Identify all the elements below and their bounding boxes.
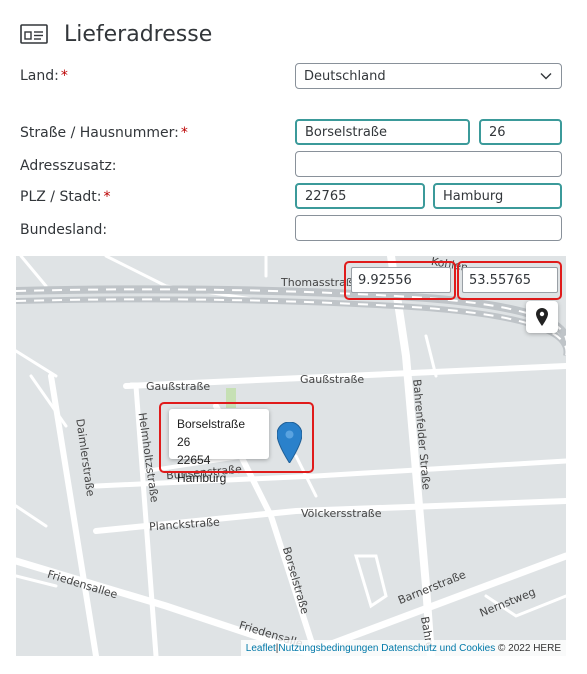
required-marker: * xyxy=(60,68,68,84)
street-label: Straße / Hausnummer: * xyxy=(20,125,188,141)
city-input[interactable]: Hamburg xyxy=(433,183,562,209)
chevron-down-icon xyxy=(540,73,552,80)
postal-city-label: PLZ / Stadt: * xyxy=(20,189,111,205)
postal-city-label-text: PLZ / Stadt: xyxy=(20,189,102,205)
map-attribution: Leaflet | Nutzungsbedingungen Datenschut… xyxy=(240,640,566,656)
street-label-voelckers: Völckersstraße xyxy=(301,507,382,520)
map-view[interactable]: Thomasstraß Kohlen Gaußstraße Gaußstraße… xyxy=(16,256,566,656)
country-label: Land: * xyxy=(20,68,68,84)
popup-highlight xyxy=(159,402,314,473)
locate-button[interactable] xyxy=(526,301,558,333)
postal-code-input[interactable]: 22765 xyxy=(295,183,425,209)
street-label-text: Straße / Hausnummer: xyxy=(20,125,179,141)
country-label-text: Land: xyxy=(20,68,59,84)
section-header: Lieferadresse xyxy=(20,18,212,50)
street-label-gauss-west: Gaußstraße xyxy=(146,380,211,393)
state-label: Bundesland: xyxy=(20,222,108,238)
street-label-thomas: Thomasstraß xyxy=(281,276,353,289)
street-input[interactable]: Borselstraße xyxy=(295,119,470,145)
privacy-link[interactable]: Datenschutz und Cookies xyxy=(381,643,495,654)
city-value: Hamburg xyxy=(443,188,504,204)
required-marker: * xyxy=(103,189,111,205)
map-marker-icon xyxy=(536,308,548,326)
terms-link[interactable]: Nutzungsbedingungen xyxy=(278,643,378,654)
address-extra-input[interactable] xyxy=(295,151,562,177)
postal-code-value: 22765 xyxy=(305,188,347,204)
address-extra-label: Adresszusatz: xyxy=(20,158,117,174)
state-input[interactable] xyxy=(295,215,562,241)
country-select[interactable]: Deutschland xyxy=(295,63,562,89)
country-select-value: Deutschland xyxy=(304,68,386,84)
leaflet-link[interactable]: Leaflet xyxy=(246,643,276,654)
required-marker: * xyxy=(180,125,188,141)
page-title: Lieferadresse xyxy=(64,21,213,47)
house-number-value: 26 xyxy=(489,124,506,140)
latitude-highlight xyxy=(457,261,562,300)
street-input-value: Borselstraße xyxy=(305,124,387,140)
address-card-icon xyxy=(20,24,48,44)
house-number-input[interactable]: 26 xyxy=(479,119,562,145)
copyright-text: © 2022 HERE xyxy=(498,642,561,654)
longitude-highlight xyxy=(344,261,456,300)
street-label-gauss-east: Gaußstraße xyxy=(300,373,365,386)
